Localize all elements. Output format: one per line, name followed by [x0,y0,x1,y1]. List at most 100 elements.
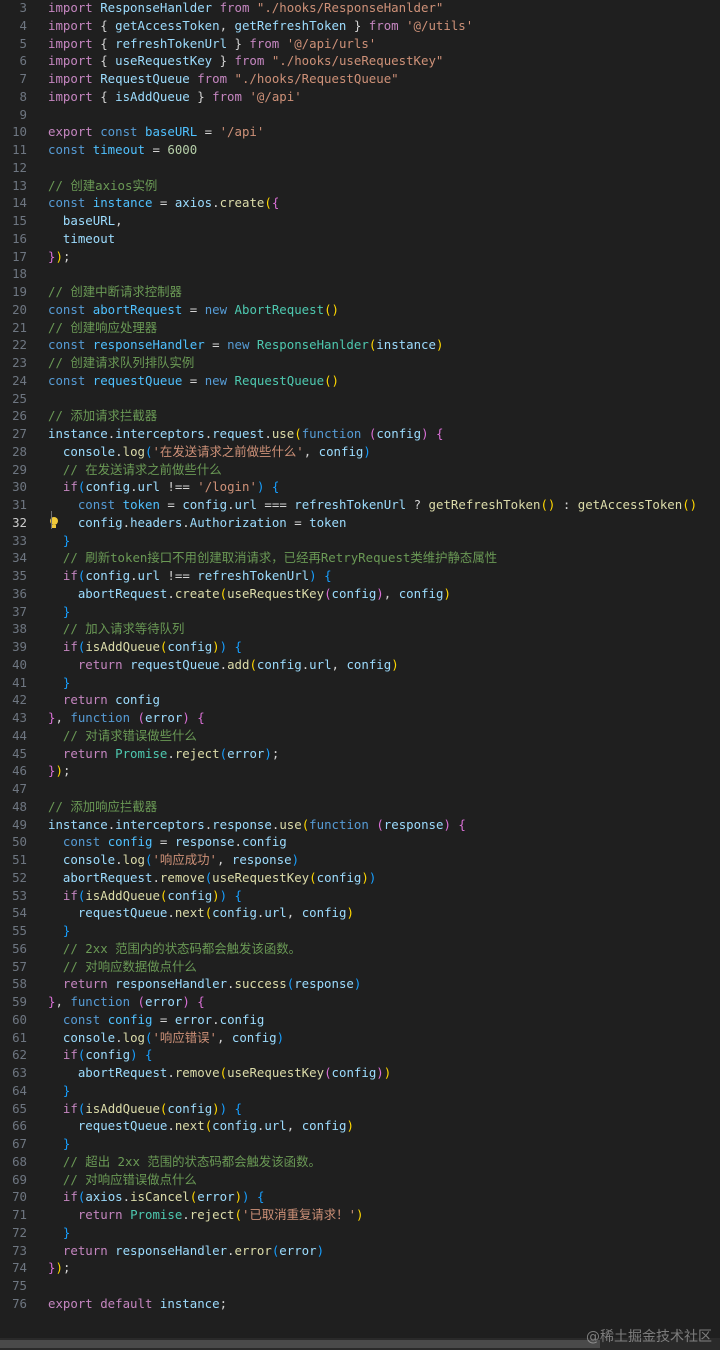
code-line[interactable]: 22 const responseHandler = new ResponseHa… [0,336,720,354]
code-line[interactable]: 50 const config = response.config [0,833,720,851]
code-text: // 创建响应处理器 [48,319,157,337]
code-line[interactable]: 35 if(config.url !== refreshTokenUrl) { [0,567,720,585]
code-line[interactable]: 46}); [0,762,720,780]
code-line[interactable]: 26 // 添加请求拦截器 [0,407,720,425]
code-line[interactable]: 31 const token = config.url === refreshT… [0,496,720,514]
code-token: ) [182,710,198,725]
code-line[interactable]: 45 return Promise.reject(error); [0,745,720,763]
code-line[interactable]: 71 return Promise.reject('已取消重复请求！') [0,1206,720,1224]
code-line[interactable]: 18 [0,265,720,283]
code-token: const [48,301,93,317]
code-line[interactable]: 73 return responseHandler.error(error) [0,1242,720,1260]
code-line[interactable]: 21 // 创建响应处理器 [0,319,720,337]
code-line[interactable]: 67 } [0,1135,720,1153]
code-token: . [167,585,175,601]
code-line[interactable]: 68 // 超出 2xx 范围的状态码都会触发该函数。 [0,1153,720,1171]
code-line[interactable]: 29 // 在发送请求之前做些什么 [0,461,720,479]
code-line[interactable]: 25 [0,390,720,408]
code-line[interactable]: 36 abortRequest.create(useRequestKey(con… [0,585,720,603]
code-line[interactable]: 11 const timeout = 6000 [0,141,720,159]
code-token: Promise [130,1207,183,1222]
code-token: responseHandler [115,976,228,992]
code-line[interactable]: 64 } [0,1082,720,1100]
code-text: }); [48,248,70,266]
code-token: config [331,585,377,601]
code-line[interactable]: 3 import ResponseHanlder from "./hooks/Re… [0,0,720,17]
code-line[interactable]: 7 import RequestQueue from "./hooks/Reque… [0,70,720,88]
code-line[interactable]: 44 // 对请求错误做些什么 [0,727,720,745]
code-token: , [115,213,123,228]
code-line[interactable]: 62 if(config) { [0,1046,720,1064]
scrollbar-thumb[interactable] [0,1340,600,1348]
code-line[interactable]: 51 console.log('响应成功', response) [0,851,720,869]
code-line[interactable]: 57 // 对响应数据做点什么 [0,958,720,976]
code-line[interactable]: 63 abortRequest.remove(useRequestKey(con… [0,1064,720,1082]
code-line[interactable]: 4 import { getAccessToken, getRefreshToke… [0,17,720,35]
code-token: ) [55,1260,63,1276]
code-line[interactable]: 12 [0,159,720,177]
code-line[interactable]: 16 timeout [0,230,720,248]
code-line[interactable]: 65 if(isAddQueue(config)) { [0,1100,720,1118]
code-line[interactable]: 5 import { refreshTokenUrl } from '@/api/… [0,35,720,53]
code-token: . [227,497,235,512]
line-number: 20 [12,301,27,317]
code-line[interactable]: 39 if(isAddQueue(config)) { [0,638,720,656]
code-line[interactable]: 55 } [0,922,720,940]
code-line[interactable]: 6 import { useRequestKey } from "./hooks/… [0,52,720,70]
code-line[interactable]: 43}, function (error) { [0,709,720,727]
code-line[interactable]: 53 if(isAddQueue(config)) { [0,887,720,905]
code-line[interactable]: 10 export const baseURL = '/api' [0,123,720,141]
code-line[interactable]: 37 } [0,603,720,621]
code-line[interactable]: 61 console.log('响应错误', config) [0,1029,720,1047]
code-line[interactable]: 58 return responseHandler.success(respon… [0,975,720,993]
line-number: 75 [12,1278,27,1293]
code-line[interactable]: 60 const config = error.config [0,1011,720,1029]
code-line[interactable]: 23 // 创建请求队列排队实例 [0,354,720,372]
code-text: const timeout = 6000 [48,141,197,159]
code-line[interactable]: 56 // 2xx 范围内的状态码都会触发该函数。 [0,940,720,958]
code-line[interactable]: 48 // 添加响应拦截器 [0,798,720,816]
code-line[interactable]: 28 console.log('在发送请求之前做些什么', config) [0,443,720,461]
code-token: if [62,1100,78,1116]
code-editor[interactable]: 3 import ResponseHanlder from "./hooks/Re… [0,0,720,1338]
code-line[interactable]: 34 // 刷新token接口不用创建取消请求，已经再RetryRequest类… [0,549,720,567]
code-line[interactable]: 17}); [0,248,720,266]
code-token: if [62,568,78,583]
code-line[interactable]: 38 // 加入请求等待队列 [0,620,720,638]
code-line[interactable]: 74}); [0,1259,720,1277]
code-line[interactable]: 41 } [0,674,720,692]
code-line[interactable]: 66 requestQueue.next(config.url, config) [0,1117,720,1135]
code-line[interactable]: 75 [0,1277,720,1295]
code-line[interactable]: 27 instance.interceptors.request.use(func… [0,425,720,443]
code-line[interactable]: 49 instance.interceptors.response.use(fun… [0,816,720,834]
code-line[interactable]: 54 requestQueue.next(config.url, config) [0,904,720,922]
code-line[interactable]: 76 export default instance; [0,1295,720,1313]
code-line[interactable]: 47 [0,780,720,798]
code-line[interactable]: 15 baseURL, [0,212,720,230]
code-line[interactable]: 24 const requestQueue = new RequestQueue(… [0,372,720,390]
code-line[interactable]: 59}, function (error) { [0,993,720,1011]
code-line[interactable]: 9 [0,106,720,124]
code-line[interactable]: 19 // 创建中断请求控制器 [0,283,720,301]
code-line[interactable]: 33 } [0,532,720,550]
code-line[interactable]: 69 // 对响应错误做点什么 [0,1171,720,1189]
indent-guide [51,511,52,529]
line-number: 5 [19,35,27,51]
code-line[interactable]: 30 if(config.url !== '/login') { [0,478,720,496]
code-line[interactable]: 40 return requestQueue.add(config.url, c… [0,656,720,674]
code-line[interactable]: 52 abortRequest.remove(useRequestKey(con… [0,869,720,887]
code-line[interactable]: 42 return config [0,691,720,709]
code-line[interactable]: 20 const abortRequest = new AbortRequest(… [0,301,720,319]
code-line[interactable]: 14 const instance = axios.create({ [0,194,720,212]
code-token: . [219,656,228,672]
code-line[interactable]: 32 config.headers.Authorization = token [0,514,720,532]
code-token: . [227,976,235,992]
code-line[interactable]: 72 } [0,1224,720,1242]
code-line[interactable]: 13 // 创建axios实例 [0,177,720,195]
code-line[interactable]: 70 if(axios.isCancel(error)) { [0,1188,720,1206]
line-number: 53 [12,887,27,903]
code-line[interactable]: 8 import { isAddQueue } from '@/api' [0,88,720,106]
